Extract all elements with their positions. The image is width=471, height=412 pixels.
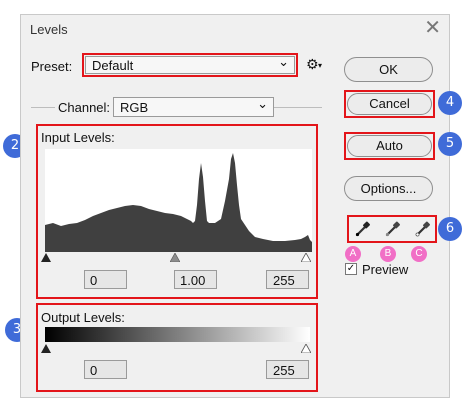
gray-eyedropper-icon[interactable] xyxy=(384,220,402,238)
output-black-point-slider[interactable] xyxy=(41,344,51,353)
input-gamma-value: 1.00 xyxy=(180,273,206,288)
options-button[interactable]: Options... xyxy=(344,176,433,201)
close-icon[interactable]: ✕ xyxy=(424,18,441,38)
output-white-point-slider[interactable] xyxy=(301,344,311,353)
output-levels-label: Output Levels: xyxy=(41,310,125,325)
preview-checkbox[interactable]: ✓ xyxy=(345,263,357,275)
checkmark-icon: ✓ xyxy=(346,263,356,274)
channel-label: Channel: xyxy=(55,100,114,115)
preset-dropdown[interactable]: Default ⌄ xyxy=(85,54,295,74)
output-white-value: 255 xyxy=(273,363,295,378)
title-bar: Levels ✕ xyxy=(21,15,449,45)
channel-dropdown[interactable]: RGB ⌄ xyxy=(113,96,274,117)
levels-dialog: Levels ✕ Preset: Default ⌄ ⚙ ▾ Channel: … xyxy=(20,14,450,398)
cancel-button[interactable]: Cancel xyxy=(347,93,432,115)
input-levels-label: Input Levels: xyxy=(41,130,115,145)
eyedropper-label-a: A xyxy=(345,246,361,262)
chevron-down-icon: ⌄ xyxy=(278,54,289,69)
input-gamma-slider[interactable] xyxy=(170,253,180,262)
ok-button[interactable]: OK xyxy=(344,57,433,82)
annotation-marker-6: 6 xyxy=(438,217,462,241)
preset-label: Preset: xyxy=(31,59,73,74)
eyedropper-label-c: C xyxy=(411,246,427,262)
preset-value: Default xyxy=(92,58,134,73)
annotation-marker-5: 5 xyxy=(438,132,462,156)
input-gamma-field[interactable]: 1.00 xyxy=(174,270,217,289)
chevron-down-icon: ⌄ xyxy=(257,96,268,111)
gear-menu-caret-icon: ▾ xyxy=(318,61,323,70)
gear-icon[interactable]: ⚙ xyxy=(306,57,319,73)
input-white-field[interactable]: 255 xyxy=(266,270,309,289)
output-gradient-bar xyxy=(45,327,310,342)
black-eyedropper-icon[interactable] xyxy=(354,220,372,238)
output-white-field[interactable]: 255 xyxy=(266,360,309,379)
input-black-point-slider[interactable] xyxy=(41,253,51,262)
eyedropper-label-b: B xyxy=(380,246,396,262)
input-black-field[interactable]: 0 xyxy=(84,270,127,289)
annotation-marker-4: 4 xyxy=(438,91,462,115)
histogram xyxy=(45,149,312,252)
input-white-value: 255 xyxy=(273,273,295,288)
input-white-point-slider[interactable] xyxy=(301,253,311,262)
channel-value: RGB xyxy=(120,100,149,115)
dialog-title: Levels xyxy=(30,22,68,37)
white-eyedropper-icon[interactable] xyxy=(414,220,432,238)
output-black-field[interactable]: 0 xyxy=(84,360,127,379)
auto-button[interactable]: Auto xyxy=(347,135,432,157)
preview-label: Preview xyxy=(362,262,409,277)
input-black-value: 0 xyxy=(90,273,98,288)
output-black-value: 0 xyxy=(90,363,98,378)
